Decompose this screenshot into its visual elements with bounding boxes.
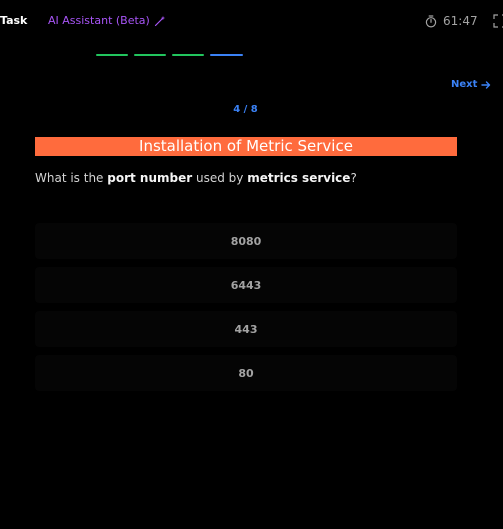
- answer-option[interactable]: 80: [35, 355, 457, 391]
- timer: 61:47: [425, 14, 478, 28]
- magic-wand-icon: [154, 15, 166, 26]
- progress-segment: [210, 54, 243, 56]
- question-text-part: What is the: [35, 171, 108, 185]
- question-keyword: port number: [107, 171, 193, 185]
- answer-options: 8080 6443 443 80: [35, 223, 457, 399]
- progress-segment: [134, 54, 166, 56]
- arrow-right-icon: [481, 80, 491, 89]
- tab-task[interactable]: Task: [0, 14, 27, 27]
- question-text-part: used by: [192, 171, 248, 185]
- question-text-part: ?: [350, 171, 357, 185]
- progress-segment: [172, 54, 204, 56]
- question-title: Installation of Metric Service: [35, 137, 457, 156]
- next-label: Next: [451, 79, 478, 90]
- question-keyword: metrics service: [247, 171, 351, 185]
- progress-segment: [96, 54, 128, 56]
- expand-icon[interactable]: [493, 14, 503, 28]
- answer-option[interactable]: 6443: [35, 267, 457, 303]
- timer-value: 61:47: [443, 14, 478, 28]
- answer-option[interactable]: 8080: [35, 223, 457, 259]
- answer-option[interactable]: 443: [35, 311, 457, 347]
- next-button[interactable]: Next: [451, 79, 491, 90]
- tab-ai-assistant[interactable]: AI Assistant (Beta): [48, 14, 166, 27]
- tab-ai-assistant-label: AI Assistant (Beta): [48, 14, 150, 27]
- stopwatch-icon: [425, 14, 437, 28]
- question-text: What is the port number used by metrics …: [35, 171, 357, 185]
- question-counter: 4 / 8: [233, 104, 258, 115]
